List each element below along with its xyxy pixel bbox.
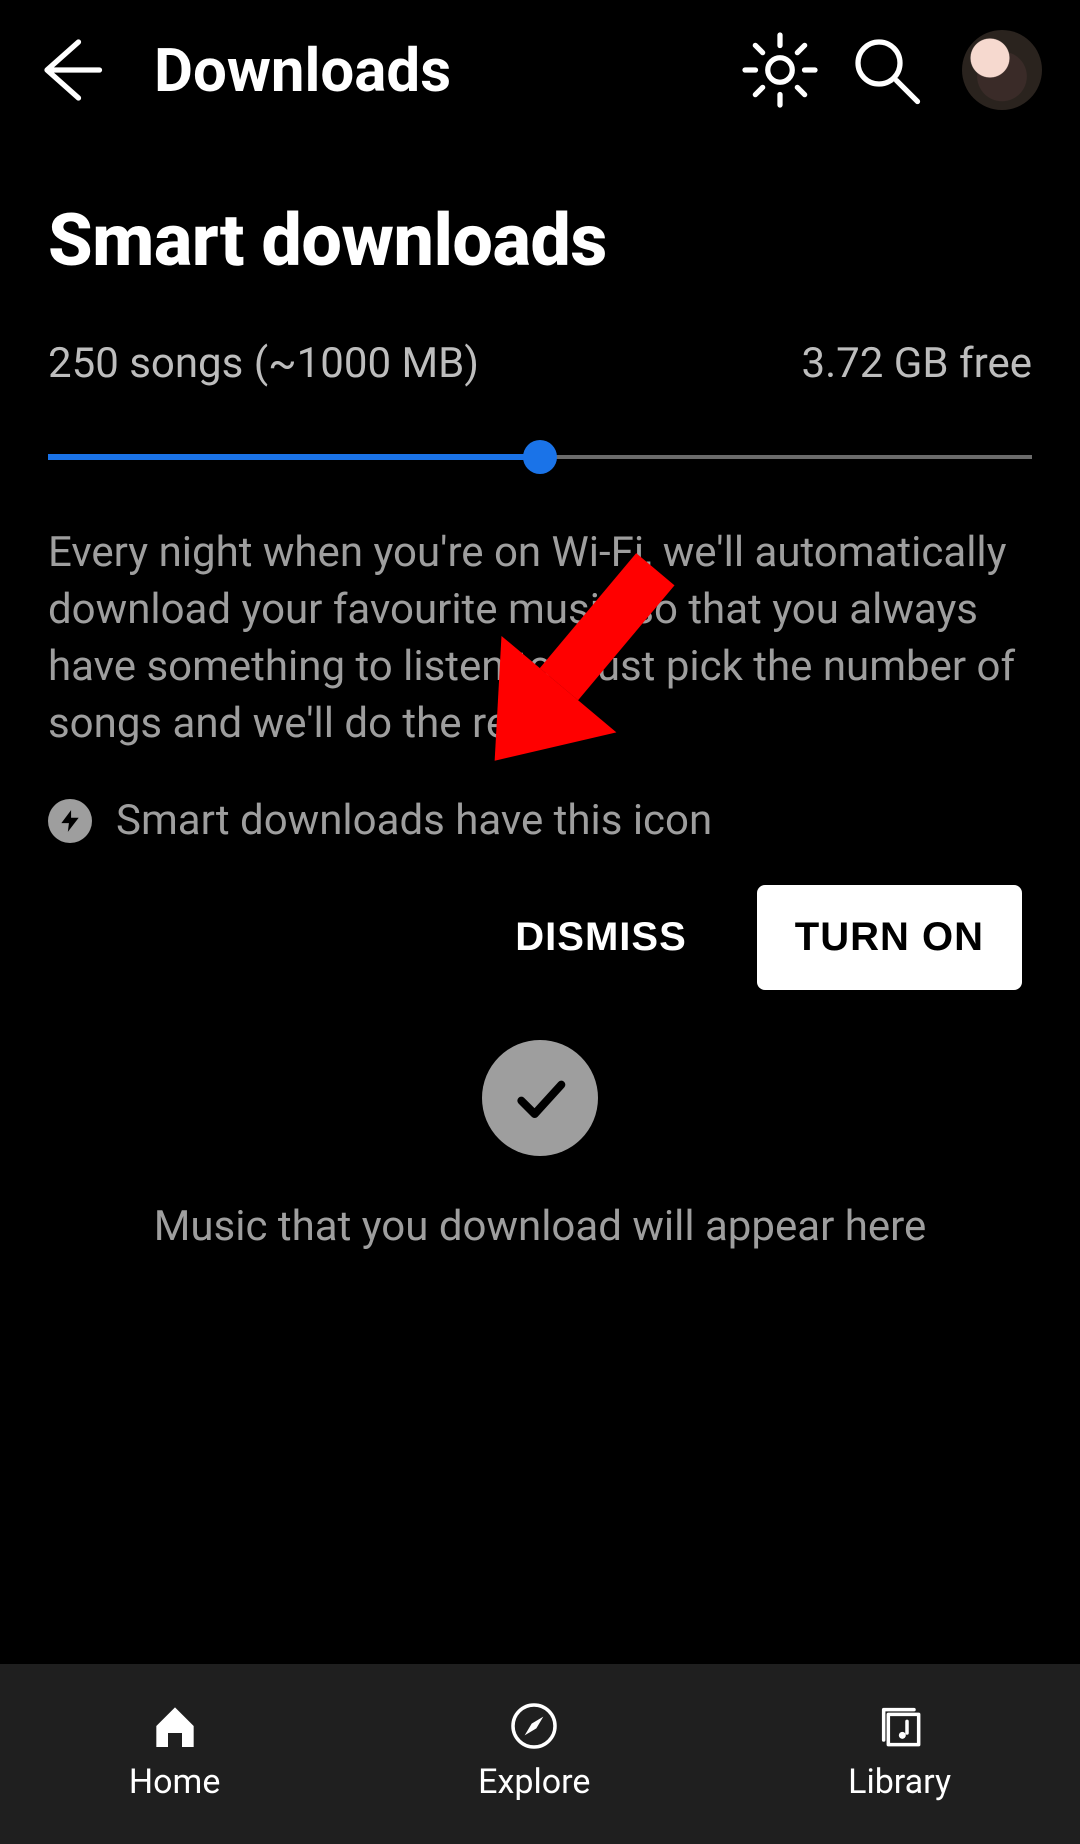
empty-state-text: Music that you download will appear here	[154, 1202, 927, 1251]
smart-downloads-actions: DISMISS TURN ON	[48, 885, 1032, 990]
nav-library-label: Library	[848, 1762, 951, 1802]
checkmark-icon	[482, 1040, 598, 1156]
library-icon	[872, 1698, 928, 1754]
smart-downloads-description: Every night when you're on Wi-Fi, we'll …	[48, 524, 1032, 752]
top-app-bar: Downloads	[0, 0, 1080, 140]
smart-downloads-heading: Smart downloads	[48, 198, 1032, 283]
page-title: Downloads	[154, 35, 451, 106]
slider-fill	[48, 454, 540, 460]
songs-count-label: 250 songs (~1000 MB)	[48, 339, 479, 388]
home-icon	[147, 1698, 203, 1754]
search-icon	[844, 28, 928, 112]
nav-home[interactable]: Home	[129, 1698, 221, 1802]
icon-hint-text: Smart downloads have this icon	[116, 796, 712, 845]
bolt-icon	[48, 799, 92, 843]
icon-hint-row: Smart downloads have this icon	[48, 796, 1032, 845]
smart-downloads-card: Smart downloads 250 songs (~1000 MB) 3.7…	[0, 140, 1080, 990]
nav-explore[interactable]: Explore	[478, 1698, 590, 1802]
bottom-nav: Home Explore Library	[0, 1664, 1080, 1844]
nav-explore-label: Explore	[478, 1762, 590, 1802]
settings-button[interactable]	[732, 22, 828, 118]
slider-thumb[interactable]	[523, 440, 557, 474]
free-space-label: 3.72 GB free	[802, 339, 1033, 388]
nav-home-label: Home	[129, 1762, 221, 1802]
back-button[interactable]	[20, 22, 116, 118]
back-arrow-icon	[26, 28, 110, 112]
gear-icon	[738, 28, 822, 112]
dismiss-button[interactable]: DISMISS	[505, 887, 696, 988]
turn-on-button[interactable]: TURN ON	[757, 885, 1022, 990]
songs-slider[interactable]	[48, 434, 1032, 480]
search-button[interactable]	[838, 22, 934, 118]
compass-icon	[506, 1698, 562, 1754]
downloads-empty-state: Music that you download will appear here	[0, 1040, 1080, 1251]
storage-row: 250 songs (~1000 MB) 3.72 GB free	[48, 339, 1032, 388]
avatar[interactable]	[962, 30, 1042, 110]
nav-library[interactable]: Library	[848, 1698, 951, 1802]
